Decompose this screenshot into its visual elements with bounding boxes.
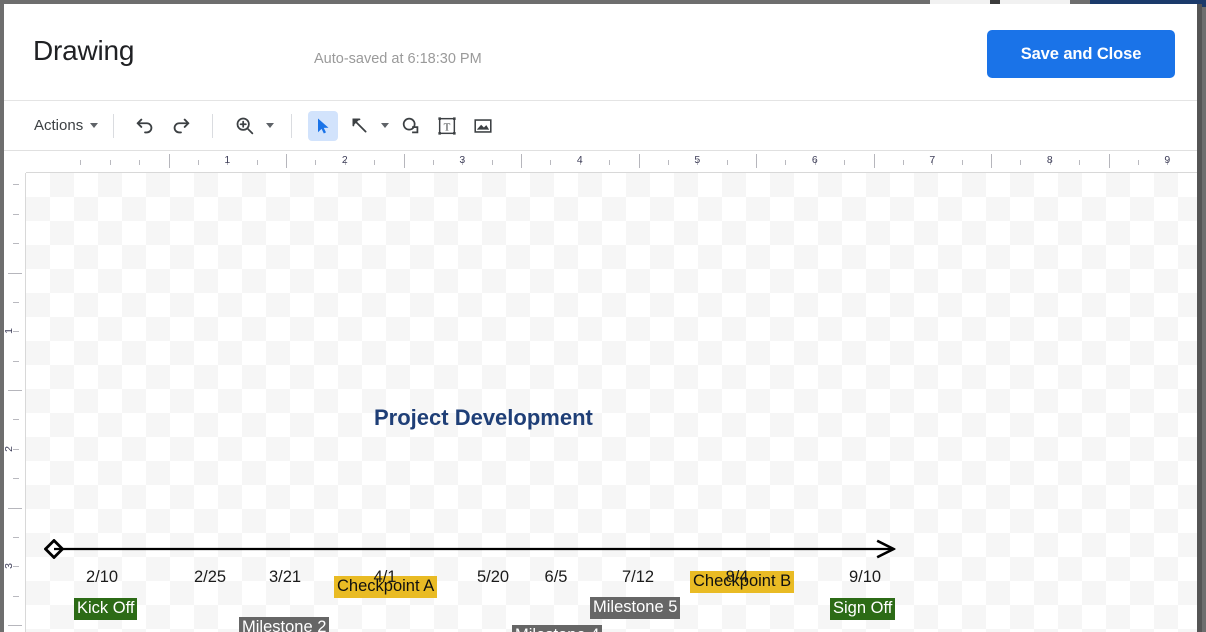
- drawing-canvas[interactable]: Project Development Kick OffMilestone 1M…: [26, 173, 1197, 632]
- ruler-number: 3: [4, 563, 15, 569]
- ruler-minor-tick: [1020, 160, 1021, 165]
- page-title: Drawing: [33, 35, 134, 67]
- ruler-minor-tick: [962, 160, 963, 165]
- select-cursor-icon[interactable]: [308, 111, 338, 141]
- ruler-minor-tick: [315, 160, 316, 165]
- dialog-header: Drawing Auto-saved at 6:18:30 PM Save an…: [4, 4, 1197, 101]
- chart-title[interactable]: Project Development: [374, 405, 593, 431]
- save-and-close-button[interactable]: Save and Close: [987, 30, 1175, 78]
- ruler-major-tick: [639, 154, 640, 168]
- ruler-number: 1: [224, 154, 230, 166]
- ruler-major-tick: [286, 154, 287, 168]
- shape-icon[interactable]: [396, 111, 426, 141]
- svg-text:T: T: [444, 121, 451, 133]
- ruler-major-tick: [8, 390, 22, 391]
- ruler-major-tick: [404, 154, 405, 168]
- autosave-status: Auto-saved at 6:18:30 PM: [314, 51, 482, 67]
- actions-menu-label: Actions: [34, 117, 83, 134]
- ruler-major-tick: [8, 273, 22, 274]
- ruler-minor-tick: [13, 419, 19, 420]
- ruler-minor-tick: [609, 160, 610, 165]
- ruler-minor-tick: [13, 243, 19, 244]
- ruler-minor-tick: [13, 361, 19, 362]
- milestone-label[interactable]: Sign Off: [830, 598, 895, 620]
- canvas-area: 123 Project Development Kick OffMileston…: [4, 173, 1197, 632]
- line-dropdown-caret-icon[interactable]: [377, 113, 393, 139]
- ruler-minor-tick: [668, 160, 669, 165]
- ruler-minor-tick: [198, 160, 199, 165]
- ruler-minor-tick: [13, 478, 19, 479]
- chevron-down-icon: [381, 123, 389, 128]
- ruler-major-tick: [8, 508, 22, 509]
- ruler-minor-tick: [139, 160, 140, 165]
- ruler-major-tick: [991, 154, 992, 168]
- ruler-minor-tick: [257, 160, 258, 165]
- ruler-major-tick: [521, 154, 522, 168]
- chevron-down-icon: [266, 123, 274, 128]
- drawing-toolbar: Actions: [4, 101, 1197, 151]
- ruler-minor-tick: [13, 596, 19, 597]
- chevron-down-icon: [90, 123, 98, 128]
- undo-icon[interactable]: [130, 111, 160, 141]
- timeline-date-label[interactable]: 3/21: [269, 568, 301, 587]
- ruler-minor-tick: [785, 160, 786, 165]
- ruler-major-tick: [169, 154, 170, 168]
- milestone-label[interactable]: Milestone 4: [512, 625, 602, 632]
- milestone-label[interactable]: Milestone 2: [239, 617, 329, 632]
- timeline-date-label[interactable]: 2/10: [86, 568, 118, 587]
- text-box-icon[interactable]: T: [432, 111, 462, 141]
- ruler-number: 4: [577, 154, 583, 166]
- ruler-minor-tick: [903, 160, 904, 165]
- timeline-date-label[interactable]: 8/4: [726, 568, 749, 587]
- ruler-minor-tick: [433, 160, 434, 165]
- ruler-minor-tick: [550, 160, 551, 165]
- line-icon[interactable]: [344, 111, 374, 141]
- ruler-number: 8: [1047, 154, 1053, 166]
- ruler-number: 1: [4, 328, 15, 334]
- milestone-label[interactable]: Milestone 5: [590, 597, 680, 619]
- toolbar-divider: [113, 114, 114, 138]
- zoom-in-icon[interactable]: [229, 111, 259, 141]
- ruler-minor-tick: [80, 160, 81, 165]
- actions-menu-button[interactable]: Actions: [32, 113, 100, 138]
- timeline-date-label[interactable]: 9/10: [849, 568, 881, 587]
- drawing-dialog: Drawing Auto-saved at 6:18:30 PM Save an…: [4, 4, 1202, 632]
- ruler-number: 5: [694, 154, 700, 166]
- ruler-major-tick: [756, 154, 757, 168]
- ruler-minor-tick: [13, 184, 19, 185]
- timeline-date-label[interactable]: 2/25: [194, 568, 226, 587]
- timeline-date-label[interactable]: 5/20: [477, 568, 509, 587]
- ruler-minor-tick: [1079, 160, 1080, 165]
- ruler-major-tick: [1109, 154, 1110, 168]
- milestone-label[interactable]: Kick Off: [74, 598, 137, 620]
- ruler-minor-tick: [110, 160, 111, 165]
- ruler-number: 2: [342, 154, 348, 166]
- ruler-minor-tick: [374, 160, 375, 165]
- redo-icon[interactable]: [166, 111, 196, 141]
- ruler-major-tick: [8, 625, 22, 626]
- ruler-minor-tick: [13, 302, 19, 303]
- ruler-minor-tick: [13, 214, 19, 215]
- ruler-number: 7: [929, 154, 935, 166]
- ruler-number: 2: [4, 446, 15, 452]
- ruler-minor-tick: [727, 160, 728, 165]
- timeline-date-label[interactable]: 4/1: [374, 568, 397, 587]
- timeline-axis: [26, 173, 1197, 632]
- zoom-dropdown-caret-icon[interactable]: [262, 113, 278, 139]
- ruler-number: 3: [459, 154, 465, 166]
- ruler-minor-tick: [1138, 160, 1139, 165]
- timeline-date-label[interactable]: 7/12: [622, 568, 654, 587]
- ruler-minor-tick: [492, 160, 493, 165]
- ruler-number: 6: [812, 154, 818, 166]
- ruler-number: 9: [1164, 154, 1170, 166]
- ruler-minor-tick: [13, 537, 19, 538]
- timeline-date-label[interactable]: 6/5: [545, 568, 568, 587]
- ruler-minor-tick: [844, 160, 845, 165]
- vertical-ruler[interactable]: 1 2 3: [4, 173, 26, 632]
- toolbar-divider: [212, 114, 213, 138]
- toolbar-divider: [291, 114, 292, 138]
- ruler-major-tick: [874, 154, 875, 168]
- horizontal-ruler[interactable]: 1 2 3 4 5 6 7 8 9: [26, 151, 1197, 173]
- image-icon[interactable]: [468, 111, 498, 141]
